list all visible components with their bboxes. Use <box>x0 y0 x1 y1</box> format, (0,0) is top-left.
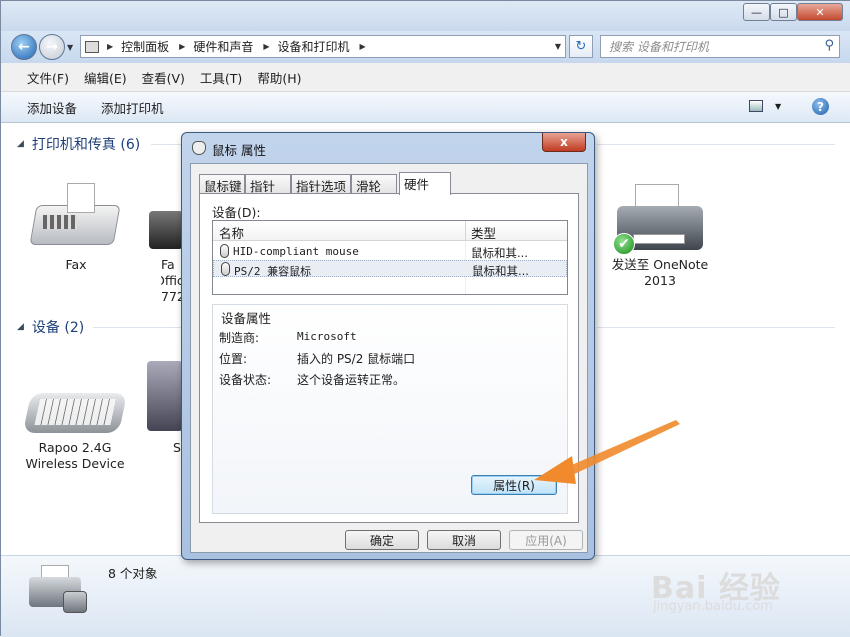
manufacturer-label: 制造商: <box>219 331 260 345</box>
chevron-right-icon[interactable]: ▶ <box>179 42 185 51</box>
group-printers-header[interactable]: ◢ 打印机和传真 (6) <box>17 134 140 154</box>
ok-button[interactable]: 确定 <box>345 530 419 550</box>
navigation-bar: ← → ▼ ▶ 控制面板 ▶ 硬件和声音 ▶ 设备和打印机 ▶ ▼ ↻ 搜索 设… <box>1 31 850 63</box>
hardware-panel: 设备(D): 名称 类型 HID-compliant mouse 鼠标和其...… <box>199 193 579 523</box>
address-bar[interactable]: ▶ 控制面板 ▶ 硬件和声音 ▶ 设备和打印机 ▶ ▼ <box>80 35 566 58</box>
menu-edit[interactable]: 编辑(E) <box>84 68 127 87</box>
chevron-right-icon[interactable]: ▶ <box>107 42 113 51</box>
list-item[interactable]: HID-compliant mouse 鼠标和其... <box>213 243 567 260</box>
recent-pages-dropdown-icon[interactable]: ▼ <box>67 43 73 52</box>
forward-button[interactable]: → <box>39 34 65 60</box>
object-count: 8 个对象 <box>108 566 158 581</box>
add-device-button[interactable]: 添加设备 <box>27 98 77 117</box>
control-panel-icon <box>85 40 99 53</box>
cancel-button[interactable]: 取消 <box>427 530 501 550</box>
location-value: 插入的 PS/2 鼠标端口 <box>297 352 416 366</box>
state-label: 设备状态: <box>219 373 272 387</box>
menu-tools[interactable]: 工具(T) <box>200 68 242 87</box>
column-type[interactable]: 类型 <box>471 223 496 242</box>
tab-hardware[interactable]: 硬件 <box>399 172 451 195</box>
printer-label-line: Offic <box>161 273 182 288</box>
watermark-url: jingyan.baidu.com <box>653 599 773 614</box>
tab-pointer-options[interactable]: 指针选项 <box>291 174 351 194</box>
menu-bar: 文件(F) 编辑(E) 查看(V) 工具(T) 帮助(H) <box>1 63 850 92</box>
printer-label-line: 2013 <box>644 273 676 288</box>
add-printer-button[interactable]: 添加打印机 <box>101 98 164 117</box>
back-button[interactable]: ← <box>11 34 37 60</box>
device-type: 鼠标和其... <box>472 264 529 278</box>
chevron-right-icon[interactable]: ▶ <box>263 42 269 51</box>
chevron-right-icon[interactable]: ▶ <box>360 42 366 51</box>
group-printers-label: 打印机和传真 (6) <box>31 137 141 153</box>
group-devices-header[interactable]: ◢ 设备 (2) <box>17 317 84 337</box>
search-icon[interactable]: ⚲ <box>824 38 834 53</box>
printer-label-line: 发送至 OneNote <box>611 257 709 272</box>
search-input[interactable]: 搜索 设备和打印机 ⚲ <box>600 35 840 58</box>
device-rapoo-label[interactable]: Rapoo 2.4G Wireless Device <box>19 440 131 472</box>
fax-icon[interactable] <box>27 183 122 253</box>
manufacturer-value: Microsoft <box>297 330 357 343</box>
computer-icon[interactable] <box>147 361 183 431</box>
device-label-line: Wireless Device <box>25 456 125 471</box>
tab-pointers[interactable]: 指针 <box>245 174 291 194</box>
minimize-button[interactable]: — <box>743 3 770 21</box>
address-dropdown-icon[interactable]: ▼ <box>555 42 561 51</box>
device-name: PS/2 兼容鼠标 <box>234 265 312 278</box>
devices-label: 设备(D): <box>212 205 261 220</box>
search-placeholder: 搜索 设备和打印机 <box>609 40 709 54</box>
default-check-icon: ✔ <box>613 233 635 255</box>
command-bar: 添加设备 添加打印机 <box>1 92 850 123</box>
list-header: 名称 类型 <box>213 221 567 241</box>
properties-title: 设备属性 <box>221 311 272 326</box>
collapse-triangle-icon[interactable]: ◢ <box>17 139 24 149</box>
mouse-properties-dialog: 鼠标 属性 x 鼠标键 指针 指针选项 滑轮 硬件 设备(D): 名称 类型 H… <box>181 132 595 560</box>
refresh-icon[interactable]: ↻ <box>569 35 593 58</box>
printer-onenote-label[interactable]: 发送至 OneNote 2013 <box>606 257 714 289</box>
menu-help[interactable]: 帮助(H) <box>257 68 301 87</box>
printer-icon[interactable] <box>149 211 183 249</box>
list-item-selected[interactable]: PS/2 兼容鼠标 鼠标和其... <box>213 260 567 278</box>
help-icon[interactable]: ? <box>812 98 829 115</box>
change-view-icon[interactable] <box>749 100 763 112</box>
collapse-triangle-icon[interactable]: ◢ <box>17 322 24 332</box>
device-label-line: Rapoo 2.4G <box>38 440 112 455</box>
location-label: 位置: <box>219 352 248 366</box>
group-devices-label: 设备 (2) <box>31 320 85 336</box>
mouse-icon <box>192 141 206 155</box>
group-divider <box>151 144 181 145</box>
device-properties-group: 设备属性 制造商: Microsoft 位置: 插入的 PS/2 鼠标端口 设备… <box>212 304 568 514</box>
dialog-title: 鼠标 属性 <box>212 143 266 158</box>
maximize-button[interactable]: □ <box>770 3 797 21</box>
printer-label-line: 772( <box>161 289 182 304</box>
printer-fax-label[interactable]: Fax <box>41 257 111 273</box>
group-divider <box>597 144 835 145</box>
mouse-icon <box>220 244 229 258</box>
breadcrumb-item[interactable]: 硬件和声音 <box>193 38 253 55</box>
dialog-body: 鼠标键 指针 指针选项 滑轮 硬件 设备(D): 名称 类型 HID-compl… <box>190 163 588 553</box>
breadcrumb-item[interactable]: 设备和打印机 <box>278 38 350 55</box>
tab-buttons[interactable]: 鼠标键 <box>199 174 245 194</box>
breadcrumb-item[interactable]: 控制面板 <box>121 38 169 55</box>
group-divider <box>93 327 181 328</box>
state-value: 这个设备运转正常。 <box>297 373 406 387</box>
device-name: HID-compliant mouse <box>233 245 359 258</box>
printer-camera-icon <box>25 563 87 619</box>
group-divider <box>597 327 835 328</box>
keyboard-icon[interactable] <box>22 393 128 433</box>
device-type: 鼠标和其... <box>471 246 528 260</box>
menu-view[interactable]: 查看(V) <box>142 68 185 87</box>
menu-file[interactable]: 文件(F) <box>27 68 69 87</box>
device-properties-button[interactable]: 属性(R) <box>471 475 557 495</box>
printer-label-line: Fa <box>161 257 175 272</box>
mouse-icon <box>221 262 230 276</box>
column-name[interactable]: 名称 <box>219 223 244 242</box>
printer-label[interactable]: Fa Offic 772( <box>161 257 182 305</box>
device-list[interactable]: 名称 类型 HID-compliant mouse 鼠标和其... PS/2 兼… <box>212 220 568 295</box>
title-bar: — □ ✕ <box>1 1 850 31</box>
apply-button[interactable]: 应用(A) <box>509 530 583 550</box>
dialog-close-button[interactable]: x <box>542 133 586 152</box>
view-dropdown-icon[interactable]: ▼ <box>775 102 781 111</box>
tab-wheel[interactable]: 滑轮 <box>351 174 397 194</box>
close-button[interactable]: ✕ <box>797 3 843 21</box>
